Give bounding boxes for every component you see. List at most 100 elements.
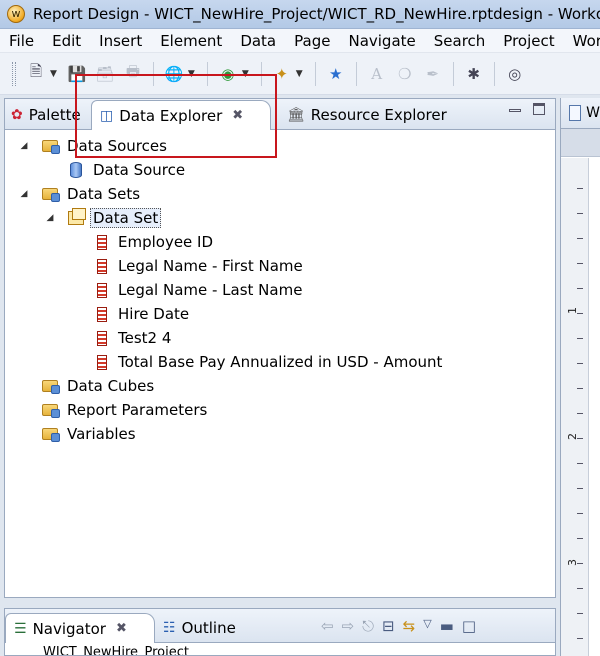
tree-label: Legal Name - First Name xyxy=(118,257,303,275)
menu-project[interactable]: Project xyxy=(494,32,563,50)
tree-item-field[interactable]: Test2 4 xyxy=(5,326,555,350)
menu-element[interactable]: Element xyxy=(151,32,231,50)
ruler-label: 1 xyxy=(566,307,579,314)
tab-data-explorer-label: Data Explorer xyxy=(119,106,223,125)
tab-data-explorer[interactable]: ◫ Data Explorer ✖ xyxy=(91,100,271,130)
editor-header xyxy=(561,129,600,157)
ruler-tick xyxy=(577,588,583,589)
palette-icon: ✿ xyxy=(11,107,23,123)
new-dropdown-icon[interactable]: ▼ xyxy=(50,69,57,79)
tab-navigator[interactable]: ☰ Navigator ✖ xyxy=(5,613,155,643)
tree-item-field[interactable]: Legal Name - First Name xyxy=(5,254,555,278)
text-icon[interactable]: A xyxy=(366,63,388,85)
expanded-arrow-icon[interactable]: ◢ xyxy=(45,213,55,223)
tab-outline-label: Outline xyxy=(181,619,236,637)
save-icon[interactable]: 💾 xyxy=(66,63,88,85)
editor-tab[interactable]: W xyxy=(561,98,600,129)
menu-search[interactable]: Search xyxy=(425,32,495,50)
toolbar-separator xyxy=(260,61,262,86)
project-label: WICT_NewHire_Project xyxy=(43,644,189,656)
link-editor-icon[interactable]: ⇆ xyxy=(403,617,416,635)
tab-resource-explorer[interactable]: 🏛 Resource Explorer xyxy=(279,101,455,129)
chart-icon[interactable]: ★ xyxy=(325,63,347,85)
tree-label: Total Base Pay Annualized in USD - Amoun… xyxy=(118,353,443,371)
toolbar: 🗎 ▼ 💾 🗃 🖶 🌐 ▼ ◉ ▼ ✦ ▼ ★ A ❍ ✒ ✱ ◎ xyxy=(0,53,600,95)
report-file-icon xyxy=(569,105,582,121)
preview-web-icon[interactable]: 🌐 xyxy=(163,63,185,85)
wand-icon[interactable]: ✦ xyxy=(271,63,293,85)
menu-workday[interactable]: Workday xyxy=(564,32,600,50)
data-set-icon xyxy=(67,208,86,227)
wand-dropdown-icon[interactable]: ▼ xyxy=(296,69,303,79)
run-report-icon[interactable]: ◉ xyxy=(217,63,239,85)
toolbar-separator xyxy=(355,61,357,86)
navigator-project-item[interactable]: WICT_NewHire_Project xyxy=(5,643,555,656)
menu-file[interactable]: File xyxy=(0,32,43,50)
field-icon xyxy=(93,329,111,347)
ruler-tick xyxy=(577,288,583,289)
expanded-arrow-icon[interactable]: ◢ xyxy=(19,189,29,199)
ruler-label: 2 xyxy=(566,433,579,440)
ruler-tick xyxy=(577,238,583,239)
toolbar-separator xyxy=(206,61,208,86)
tree-item-data-sources[interactable]: ◢ Data Sources xyxy=(5,134,555,158)
navigator-tab-row: ☰ Navigator ✖ ☷ Outline ⇦ ⇨ ⎋ ⊟ ⇆ ▽ ▬ □ xyxy=(5,609,555,643)
navigator-toolbar: ⇦ ⇨ ⎋ ⊟ ⇆ ▽ ▬ □ xyxy=(321,617,476,635)
tree-label: Legal Name - Last Name xyxy=(118,281,303,299)
menu-page[interactable]: Page xyxy=(285,32,339,50)
tree-item-data-sets[interactable]: ◢ Data Sets xyxy=(5,182,555,206)
preview-dropdown-icon[interactable]: ▼ xyxy=(188,69,195,79)
collapse-all-icon[interactable]: ⊟ xyxy=(382,617,395,635)
new-file-icon[interactable]: 🗎 xyxy=(25,62,47,85)
expanded-arrow-icon[interactable]: ◢ xyxy=(19,141,29,151)
menu-insert[interactable]: Insert xyxy=(90,32,151,50)
print-icon[interactable]: 🖶 xyxy=(122,62,144,85)
tree-item-data-set[interactable]: ◢ Data Set xyxy=(5,206,555,230)
tab-palette[interactable]: ✿ Palette xyxy=(5,101,91,129)
run-dropdown-icon[interactable]: ▼ xyxy=(242,69,249,79)
title-bar: w Report Design - WICT_NewHire_Project/W… xyxy=(0,0,600,29)
tree-item-field[interactable]: Legal Name - Last Name xyxy=(5,278,555,302)
minimize-icon[interactable] xyxy=(509,109,521,112)
maximize-icon[interactable] xyxy=(533,103,545,115)
maximize-icon[interactable]: □ xyxy=(462,617,476,635)
settings-icon[interactable]: ✱ xyxy=(463,63,485,85)
ruler-tick xyxy=(577,513,583,514)
tree-item-data-source[interactable]: Data Source xyxy=(5,158,555,182)
menu-data[interactable]: Data xyxy=(231,32,285,50)
tree-item-variables[interactable]: Variables xyxy=(5,422,555,446)
data-explorer-icon: ◫ xyxy=(100,107,114,124)
data-sets-folder-icon xyxy=(41,185,60,203)
minimize-icon[interactable]: ▬ xyxy=(440,617,454,635)
tree-label: Data Cubes xyxy=(67,377,155,395)
close-icon[interactable]: ✖ xyxy=(232,108,243,123)
tree-label: Data Sources xyxy=(67,137,167,155)
tree-item-report-parameters[interactable]: Report Parameters xyxy=(5,398,555,422)
menu-navigate[interactable]: Navigate xyxy=(339,32,424,50)
paint-icon[interactable]: ❍ xyxy=(394,63,416,85)
up-folder-icon[interactable]: ⎋ xyxy=(362,617,374,635)
tab-outline[interactable]: ☷ Outline xyxy=(155,614,244,642)
navigator-icon: ☰ xyxy=(14,620,27,637)
help-icon[interactable]: ◎ xyxy=(504,63,526,85)
ruler-tick xyxy=(577,363,583,364)
menu-bar: File Edit Insert Element Data Page Navig… xyxy=(0,29,600,53)
forward-arrow-icon[interactable]: ⇨ xyxy=(342,617,355,635)
save-all-icon[interactable]: 🗃 xyxy=(94,63,116,85)
explorer-panel: ✿ Palette ◫ Data Explorer ✖ 🏛 Resource E… xyxy=(4,98,556,598)
view-menu-icon[interactable]: ▽ xyxy=(423,617,431,635)
tree-item-field[interactable]: Employee ID xyxy=(5,230,555,254)
field-icon xyxy=(93,257,111,275)
tree-label: Data Source xyxy=(93,161,186,179)
close-icon[interactable]: ✖ xyxy=(116,621,127,636)
field-icon xyxy=(93,233,111,251)
tree-item-field[interactable]: Total Base Pay Annualized in USD - Amoun… xyxy=(5,350,555,374)
back-arrow-icon[interactable]: ⇦ xyxy=(321,617,334,635)
tree-item-field[interactable]: Hire Date xyxy=(5,302,555,326)
menu-edit[interactable]: Edit xyxy=(43,32,90,50)
toolbar-grip[interactable] xyxy=(12,61,16,86)
tree-item-data-cubes[interactable]: Data Cubes xyxy=(5,374,555,398)
resource-explorer-icon: 🏛 xyxy=(287,107,305,123)
ruler-tick xyxy=(577,413,583,414)
pen-icon[interactable]: ✒ xyxy=(422,63,444,85)
